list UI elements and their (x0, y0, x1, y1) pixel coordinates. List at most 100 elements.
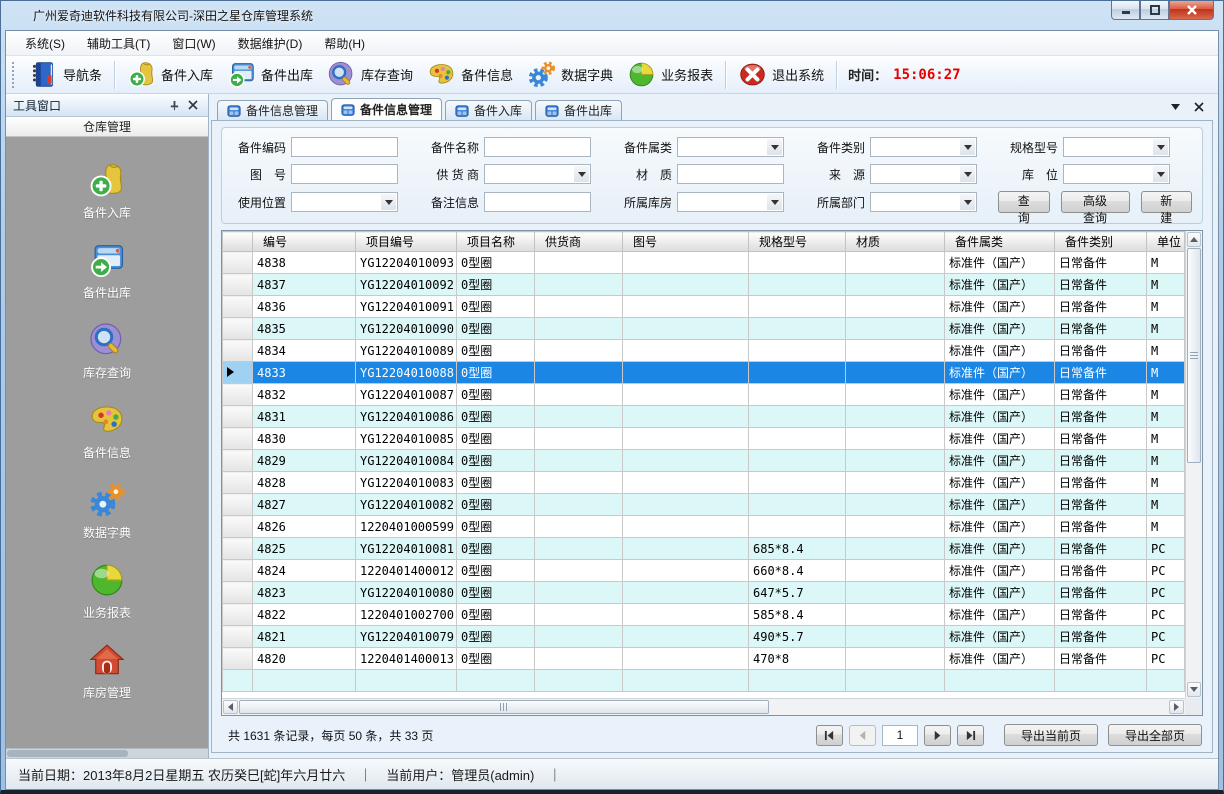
table-row[interactable]: 4834YG122040100890型圈标准件（国产）日常备件M (223, 340, 1185, 362)
table-cell[interactable] (749, 384, 846, 406)
table-cell[interactable]: 日常备件 (1055, 582, 1147, 604)
last-page-button[interactable] (957, 725, 984, 746)
table-cell[interactable]: 4823 (253, 582, 356, 604)
table-row[interactable]: 4828YG122040100830型圈标准件（国产）日常备件M (223, 472, 1185, 494)
table-row[interactable]: 4825YG122040100810型圈685*8.4标准件（国产）日常备件PC (223, 538, 1185, 560)
table-cell[interactable]: 标准件（国产） (945, 252, 1055, 274)
table-cell[interactable]: YG12204010092 (356, 274, 457, 296)
table-cell[interactable]: 4824 (253, 560, 356, 582)
table-cell[interactable]: 日常备件 (1055, 472, 1147, 494)
row-selector-cell[interactable] (223, 516, 253, 538)
table-cell[interactable] (846, 626, 945, 648)
dropdown-arrow-icon[interactable] (574, 166, 589, 182)
table-cell[interactable]: YG12204010081 (356, 538, 457, 560)
table-row[interactable]: 482412204014000120型圈660*8.4标准件（国产）日常备件PC (223, 560, 1185, 582)
table-cell[interactable]: 0型圈 (457, 340, 535, 362)
dropdown-arrow-icon[interactable] (1153, 166, 1168, 182)
table-row[interactable]: 4838YG122040100930型圈标准件（国产）日常备件M (223, 252, 1185, 274)
row-selector-cell[interactable] (223, 648, 253, 670)
table-cell[interactable]: M (1147, 340, 1185, 362)
table-cell[interactable]: 标准件（国产） (945, 318, 1055, 340)
table-cell[interactable] (846, 318, 945, 340)
dropdown-select[interactable] (484, 164, 591, 184)
tab-3[interactable]: 备件入库 (445, 100, 532, 120)
table-cell[interactable] (846, 516, 945, 538)
row-selector-cell[interactable] (223, 538, 253, 560)
table-cell[interactable]: 标准件（国产） (945, 538, 1055, 560)
table-cell[interactable] (846, 384, 945, 406)
table-cell[interactable]: YG12204010091 (356, 296, 457, 318)
table-cell[interactable]: 4833 (253, 362, 356, 384)
tab-close-icon[interactable] (1192, 100, 1206, 114)
table-cell[interactable]: 4827 (253, 494, 356, 516)
row-selector-cell[interactable] (223, 604, 253, 626)
table-cell[interactable]: 标准件（国产） (945, 560, 1055, 582)
table-cell[interactable]: 0型圈 (457, 648, 535, 670)
table-cell[interactable] (846, 472, 945, 494)
table-cell[interactable]: M (1147, 428, 1185, 450)
table-cell[interactable] (535, 428, 623, 450)
table-cell[interactable]: 标准件（国产） (945, 626, 1055, 648)
table-cell[interactable]: 4825 (253, 538, 356, 560)
vertical-scrollbar[interactable] (1185, 231, 1202, 698)
table-cell[interactable] (846, 450, 945, 472)
text-input[interactable] (677, 164, 784, 184)
table-cell[interactable] (535, 252, 623, 274)
table-cell[interactable]: 0型圈 (457, 362, 535, 384)
toolbar-button-parts-outbound[interactable]: 备件出库 (220, 57, 320, 92)
chevron-down-icon[interactable] (1168, 100, 1182, 114)
table-cell[interactable]: 0型圈 (457, 406, 535, 428)
sidebar-item-data-dictionary[interactable]: 数据字典 (83, 481, 131, 541)
table-cell[interactable] (846, 494, 945, 516)
table-cell[interactable]: M (1147, 274, 1185, 296)
table-row[interactable]: 4821YG122040100790型圈490*5.7标准件（国产）日常备件PC (223, 626, 1185, 648)
table-cell[interactable]: YG12204010085 (356, 428, 457, 450)
table-cell[interactable]: 日常备件 (1055, 296, 1147, 318)
table-cell[interactable]: YG12204010087 (356, 384, 457, 406)
table-cell[interactable]: 0型圈 (457, 494, 535, 516)
table-cell[interactable] (535, 406, 623, 428)
row-selector-cell[interactable] (223, 252, 253, 274)
table-cell[interactable]: 0型圈 (457, 384, 535, 406)
table-cell[interactable]: PC (1147, 538, 1185, 560)
table-row[interactable]: 482212204010027000型圈585*8.4标准件（国产）日常备件PC (223, 604, 1185, 626)
table-cell[interactable]: 标准件（国产） (945, 362, 1055, 384)
column-header-5[interactable]: 图号 (623, 232, 749, 252)
title-bar[interactable]: 广州爱奇迪软件科技有限公司-深田之星仓库管理系统 (1, 1, 1223, 30)
table-cell[interactable]: 标准件（国产） (945, 516, 1055, 538)
query-button[interactable]: 查询 (998, 191, 1050, 213)
table-cell[interactable] (749, 318, 846, 340)
table-cell[interactable]: 470*8 (749, 648, 846, 670)
table-cell[interactable] (846, 252, 945, 274)
table-cell[interactable]: 647*5.7 (749, 582, 846, 604)
table-cell[interactable]: 4821 (253, 626, 356, 648)
table-row[interactable]: 482012204014000130型圈470*8标准件（国产）日常备件PC (223, 648, 1185, 670)
toolbar-drag-handle[interactable] (12, 62, 17, 88)
table-cell[interactable] (846, 538, 945, 560)
menu-item-5[interactable]: 帮助(H) (313, 31, 376, 56)
table-cell[interactable]: 0型圈 (457, 472, 535, 494)
sidebar-scrollbar-thumb[interactable] (7, 750, 128, 757)
row-selector-cell[interactable] (223, 428, 253, 450)
table-cell[interactable]: 标准件（国产） (945, 296, 1055, 318)
table-cell[interactable] (749, 362, 846, 384)
table-cell[interactable] (535, 626, 623, 648)
table-cell[interactable] (623, 450, 749, 472)
toolbar-button-business-report[interactable]: 业务报表 (620, 57, 720, 92)
menu-item-3[interactable]: 窗口(W) (161, 31, 226, 56)
table-cell[interactable] (535, 582, 623, 604)
dropdown-arrow-icon[interactable] (960, 194, 975, 210)
table-cell[interactable] (535, 648, 623, 670)
table-cell[interactable] (749, 516, 846, 538)
table-cell[interactable]: 4828 (253, 472, 356, 494)
table-cell[interactable] (846, 340, 945, 362)
table-cell[interactable]: M (1147, 252, 1185, 274)
dropdown-arrow-icon[interactable] (381, 194, 396, 210)
table-cell[interactable] (623, 274, 749, 296)
minimize-button[interactable] (1111, 1, 1140, 20)
table-cell[interactable] (749, 428, 846, 450)
column-header-4[interactable]: 供货商 (535, 232, 623, 252)
table-cell[interactable] (749, 340, 846, 362)
table-cell[interactable]: 0型圈 (457, 318, 535, 340)
table-row[interactable]: 4823YG122040100800型圈647*5.7标准件（国产）日常备件PC (223, 582, 1185, 604)
